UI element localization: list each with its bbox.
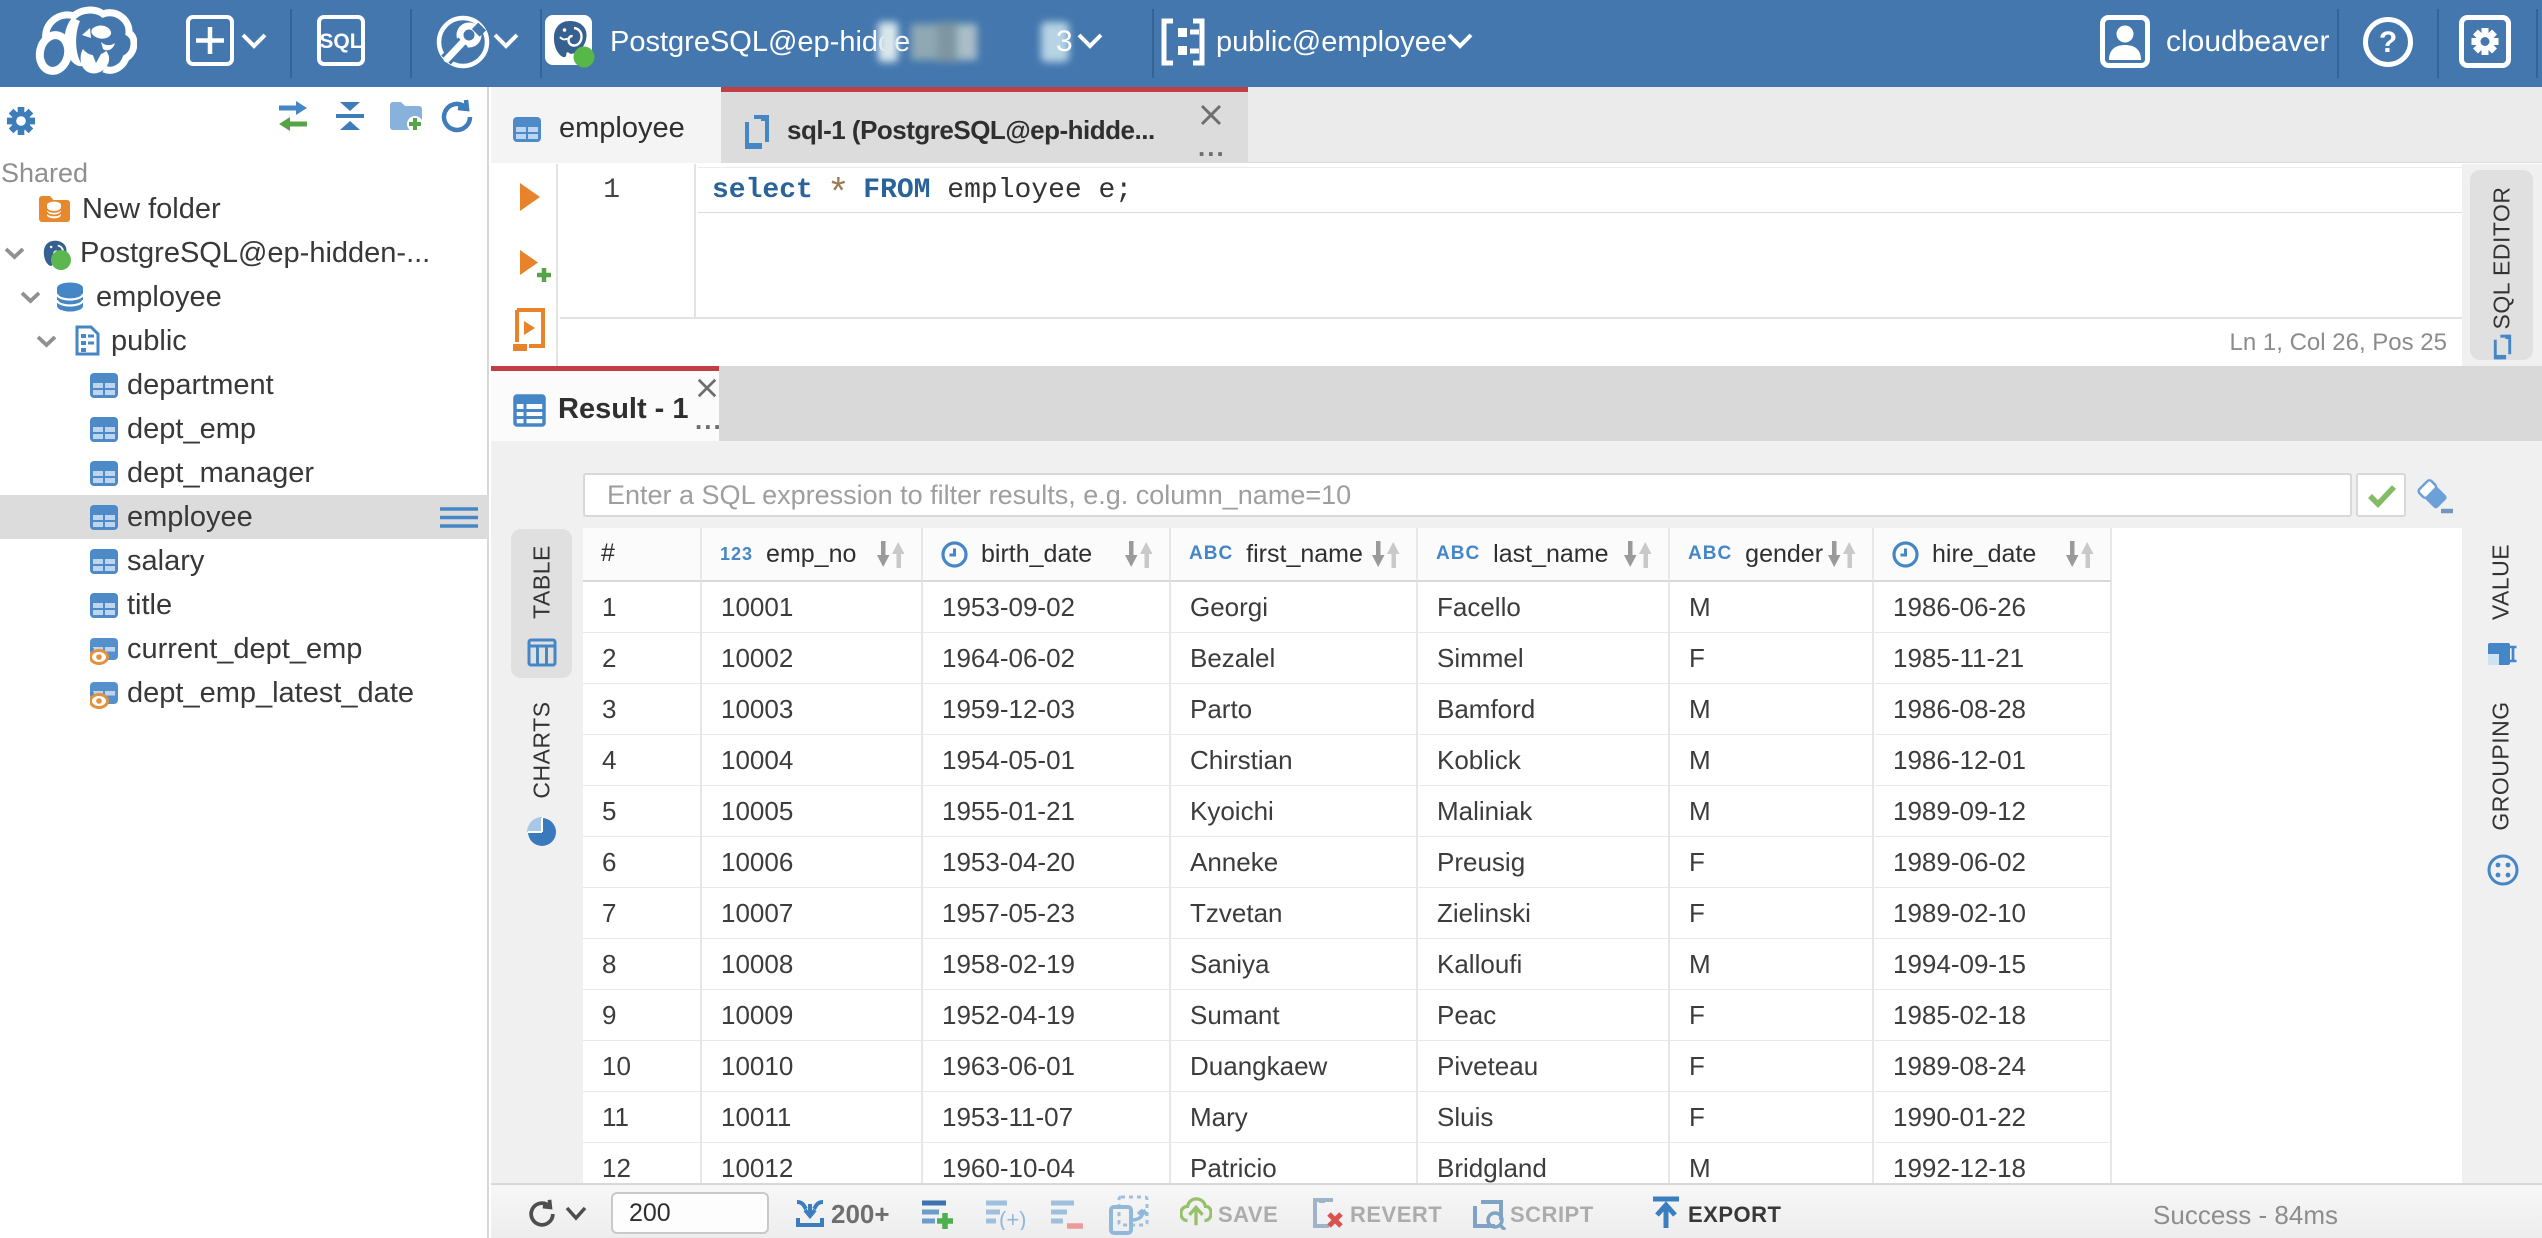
svg-text:?: ? [2379,26,2397,59]
svg-text:SQL: SQL [319,30,362,53]
svg-text:(+): (+) [999,1207,1025,1230]
